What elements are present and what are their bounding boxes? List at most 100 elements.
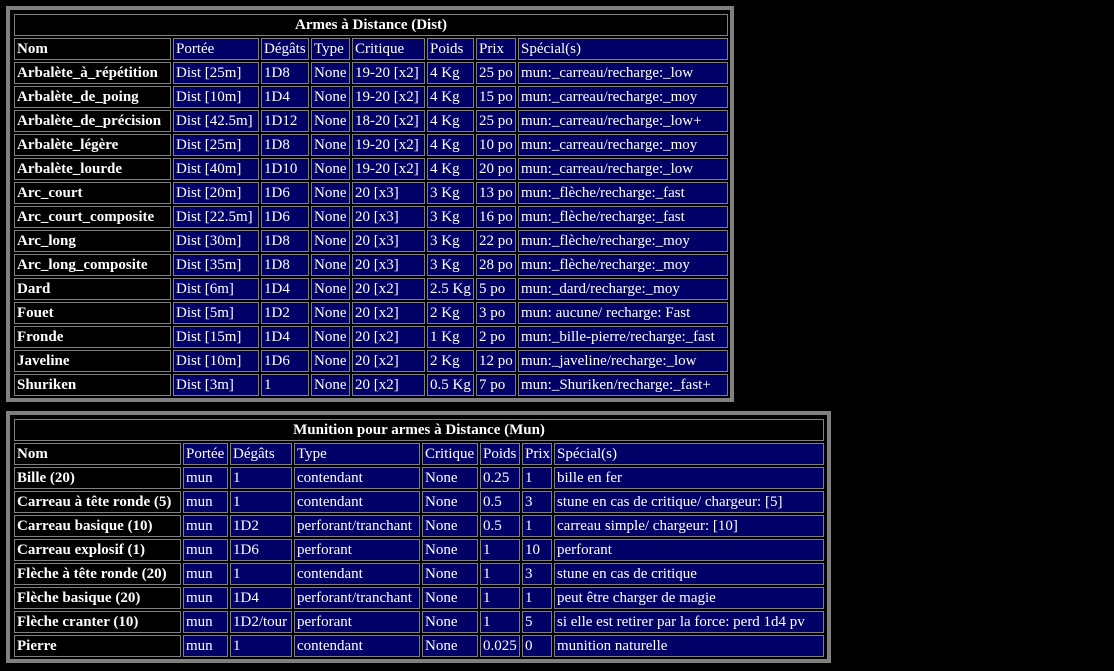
table-cell: contendant [294,467,420,489]
item-name: Arc_long [14,230,171,252]
table-cell: 1 [522,587,552,609]
item-name: Arbalète_lourde [14,158,171,180]
ranged-weapons-panel: Armes à Distance (Dist) Nom Portée Dégâts Ty… [6,6,734,402]
ammo-row: Carreau basique (10) mun 1D2 perforant/tran… [14,515,825,537]
item-name: Arbalète_de_précision [14,110,171,132]
table-cell: perforant [294,611,420,633]
table-cell: mun:_flèche/recharge:_fast [518,206,729,228]
table-cell: 4 Kg [427,86,474,108]
ammo-row: Carreau explosif (1) mun 1D6 perforant None 1… [14,539,825,561]
table-cell: None [422,491,478,513]
table-cell: 10 po [476,134,516,156]
table-cell: Dist [6m] [173,278,259,300]
table-cell: Dist [3m] [173,374,259,396]
table-cell: 25 po [476,110,516,132]
table-cell: perforant [294,539,420,561]
table-cell: 1 [230,563,292,585]
column-header: Critique [422,443,478,465]
item-name: Javeline [14,350,171,372]
table-cell: 1D6 [261,182,309,204]
table-cell: None [311,110,350,132]
table-cell: mun:_carreau/recharge:_low [518,62,729,84]
table-cell: mun [183,491,228,513]
table-cell: munition naturelle [554,635,825,657]
item-name: Arbalète_légère [14,134,171,156]
table-cell: bille en fer [554,467,825,489]
table-cell: 1D4 [261,278,309,300]
table-cell: perforant [554,539,825,561]
table-cell: 1D4 [261,326,309,348]
weapon-row: Javeline Dist [10m] 1D6 None 20 [x2] 2 Kg 12 p… [14,350,729,372]
table-cell: carreau simple/ chargeur: [10] [554,515,825,537]
table-cell: 1D6 [261,350,309,372]
table-cell: mun [183,635,228,657]
table-cell: Dist [5m] [173,302,259,324]
table-header-row: Nom Portée Dégâts Type Critique Poids Prix Spéc… [14,443,825,465]
table-cell: 20 [x2] [352,278,425,300]
table-cell: None [311,254,350,276]
table-cell: Dist [30m] [173,230,259,252]
weapon-row: Arbalète_à_répétition Dist [25m] 1D8 None 19… [14,62,729,84]
table-cell: 13 po [476,182,516,204]
table-cell: mun:_carreau/recharge:_low [518,158,729,180]
table-cell: 16 po [476,206,516,228]
table-cell: None [311,230,350,252]
table-cell: mun:_flèche/recharge:_moy [518,230,729,252]
column-header: Dégâts [261,38,309,60]
table-cell: stune en cas de critique/ chargeur: [5] [554,491,825,513]
item-name: Arc_court_composite [14,206,171,228]
ammunition-panel: Munition pour armes à Distance (Mun) Nom P… [6,411,831,663]
item-name: Carreau à tête ronde (5) [14,491,181,513]
table-cell: 3 [522,491,552,513]
table-cell: None [311,182,350,204]
ranged-weapons-table: Armes à Distance (Dist) Nom Portée Dégâts Ty… [12,12,730,398]
weapon-row: Arbalète_de_précision Dist [42.5m] 1D12 Non… [14,110,729,132]
table-cell: 7 po [476,374,516,396]
table-cell: perforant/tranchant [294,587,420,609]
table-cell: 1 [261,374,309,396]
table-cell: 3 po [476,302,516,324]
table-cell: 19-20 [x2] [352,86,425,108]
table-cell: 1D4 [261,86,309,108]
column-header: Type [311,38,350,60]
table-cell: 1 [480,587,520,609]
table-cell: 25 po [476,62,516,84]
table-cell: 3 Kg [427,206,474,228]
table-cell: mun:_dard/recharge:_moy [518,278,729,300]
table-cell: None [311,350,350,372]
table-cell: 20 [x3] [352,182,425,204]
column-header: Poids [480,443,520,465]
table-cell: 2 po [476,326,516,348]
table-cell: 0.25 [480,467,520,489]
table-cell: mun:_bille-pierre/recharge:_fast [518,326,729,348]
table-cell: 1D6 [261,206,309,228]
table-cell: None [311,278,350,300]
column-header: Portée [183,443,228,465]
item-name: Arbalète_de_poing [14,86,171,108]
table-cell: 3 Kg [427,254,474,276]
table-cell: 1D2 [230,515,292,537]
item-name: Fouet [14,302,171,324]
table-cell: 1 [230,467,292,489]
column-header: Nom [14,38,171,60]
item-name: Arbalète_à_répétition [14,62,171,84]
table-cell: 4 Kg [427,110,474,132]
column-header: Critique [352,38,425,60]
table-cell: peut être charger de magie [554,587,825,609]
table-cell: contendant [294,635,420,657]
ammo-row: Flèche basique (20) mun 1D4 perforant/tranc… [14,587,825,609]
table-cell: mun [183,563,228,585]
column-header: Poids [427,38,474,60]
table-cell: 1 [480,539,520,561]
table-cell: 2 Kg [427,302,474,324]
item-name: Flèche à tête ronde (20) [14,563,181,585]
table-cell: mun:_carreau/recharge:_low+ [518,110,729,132]
table-cell: None [311,374,350,396]
table-cell: 3 Kg [427,182,474,204]
table-cell: 20 [x2] [352,302,425,324]
weapon-row: Arc_court_composite Dist [22.5m] 1D6 None 20… [14,206,729,228]
weapon-row: Shuriken Dist [3m] 1 None 20 [x2] 0.5 Kg 7 po m… [14,374,729,396]
table-cell: Dist [25m] [173,134,259,156]
column-header: Nom [14,443,181,465]
table-cell: None [311,134,350,156]
